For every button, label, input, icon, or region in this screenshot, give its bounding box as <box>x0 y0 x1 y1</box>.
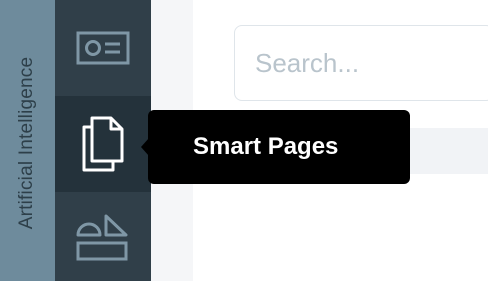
sidebar-icon-column <box>55 0 151 281</box>
app-window: Artificial Intelligence Search... Smart … <box>0 0 488 281</box>
pages-icon <box>82 116 124 172</box>
id-card-icon <box>76 31 130 65</box>
sidebar-section-label: Artificial Intelligence <box>16 56 37 230</box>
search-input[interactable] <box>234 25 488 101</box>
shapes-icon <box>76 214 128 260</box>
sidebar-section-strip: Artificial Intelligence <box>0 0 55 281</box>
sidebar-item-shapes[interactable] <box>55 192 151 281</box>
tooltip: Smart Pages <box>148 110 410 184</box>
sidebar-item-id-card[interactable] <box>55 0 151 96</box>
sidebar-item-smart-pages[interactable] <box>55 96 151 192</box>
tooltip-text: Smart Pages <box>193 133 339 160</box>
